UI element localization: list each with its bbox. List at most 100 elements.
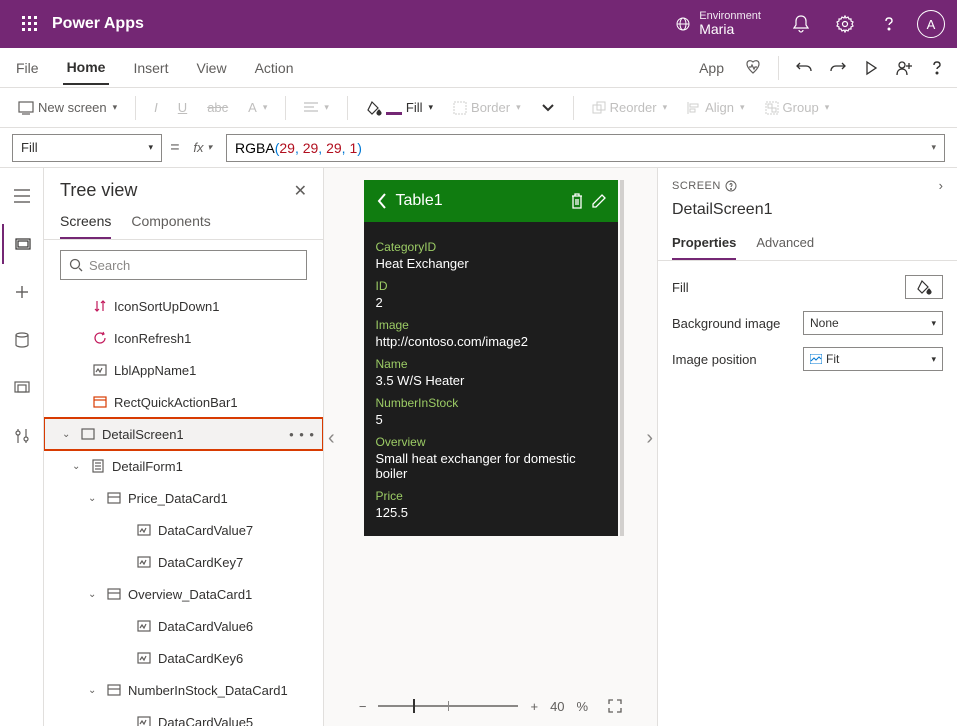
tree-item[interactable]: ⌄Overview_DataCard1 [44, 578, 323, 610]
zoom-slider[interactable] [378, 705, 518, 707]
tab-action[interactable]: Action [251, 52, 298, 84]
play-icon[interactable] [863, 60, 879, 76]
settings-icon[interactable] [829, 8, 861, 40]
tree-item[interactable]: IconRefresh1 [44, 322, 323, 354]
props-tab-properties[interactable]: Properties [672, 227, 736, 260]
tree-search-input[interactable]: Search [60, 250, 307, 280]
tree-item-label: DataCardValue7 [158, 523, 253, 538]
tree-list: IconSortUpDown1 IconRefresh1 LblAppName1 Re… [44, 290, 323, 726]
props-section-label: SCREEN [672, 180, 737, 192]
rail-data-icon[interactable] [2, 320, 42, 360]
new-screen-button[interactable]: New screen▾ [12, 96, 123, 119]
app-button[interactable]: App [695, 52, 728, 84]
tree-item[interactable]: ⌄Price_DataCard1 [44, 482, 323, 514]
tree-item[interactable]: DataCardKey6 [44, 642, 323, 674]
tree-item[interactable]: ⌄NumberInStock_DataCard1 [44, 674, 323, 706]
zoom-unit: % [577, 699, 589, 714]
health-icon[interactable] [744, 59, 762, 77]
tree-item[interactable]: DataCardValue7 [44, 514, 323, 546]
italic-icon: I [148, 96, 164, 119]
close-tree-icon[interactable]: ✕ [294, 181, 307, 201]
tree-item-icon [92, 396, 108, 408]
share-icon[interactable] [895, 59, 913, 77]
chevron-expand-icon[interactable] [535, 99, 561, 117]
field-label: Overview [376, 435, 606, 449]
canvas-next-icon[interactable]: › [646, 427, 653, 450]
tree-item[interactable]: RectQuickActionBar1 [44, 386, 323, 418]
field-label: Price [376, 489, 606, 503]
tree-item[interactable]: ⌄DetailScreen1• • • [44, 418, 323, 450]
undo-icon[interactable] [795, 59, 813, 77]
back-icon[interactable] [376, 192, 388, 210]
tree-item-icon [136, 620, 152, 632]
border-button: Border▾ [447, 96, 527, 119]
zoom-in-icon[interactable]: + [530, 699, 538, 714]
tab-home[interactable]: Home [63, 51, 110, 85]
environment-picker[interactable]: Environment Maria [675, 10, 761, 37]
canvas-area: ‹ Table1 CategoryIDHeat ExchangerID2Imag… [324, 168, 657, 726]
fit-screen-icon[interactable] [608, 699, 622, 713]
zoom-controls: − + 40 % [324, 686, 657, 726]
prop-fill-button[interactable] [905, 275, 943, 299]
props-tab-advanced[interactable]: Advanced [756, 227, 814, 260]
fx-button[interactable]: fx▾ [187, 140, 218, 155]
more-icon[interactable]: • • • [289, 427, 315, 442]
props-chevron-icon[interactable]: › [939, 178, 943, 193]
waffle-icon[interactable] [12, 16, 48, 32]
tree-item-icon [106, 588, 122, 600]
redo-icon[interactable] [829, 59, 847, 77]
formula-input[interactable]: RGBA(29, 29, 29, 1) ▾ [226, 134, 945, 162]
tree-item[interactable]: LblAppName1 [44, 354, 323, 386]
field-label: ID [376, 279, 606, 293]
tree-item-icon [136, 556, 152, 568]
tree-item-label: IconRefresh1 [114, 331, 191, 346]
user-avatar[interactable]: A [917, 10, 945, 38]
tab-insert[interactable]: Insert [129, 52, 172, 84]
tree-item-icon [106, 684, 122, 696]
tree-item-icon [80, 428, 96, 440]
phone-header: Table1 [364, 180, 618, 222]
help-icon[interactable] [873, 8, 905, 40]
tree-item-label: LblAppName1 [114, 363, 196, 378]
field-label: Image [376, 318, 606, 332]
environment-label: Environment [699, 10, 761, 22]
properties-panel: SCREEN › DetailScreen1 Properties Advanc… [657, 168, 957, 726]
rail-tree-icon[interactable] [2, 224, 42, 264]
notifications-icon[interactable] [785, 8, 817, 40]
rail-advanced-icon[interactable] [2, 416, 42, 456]
tree-tab-screens[interactable]: Screens [60, 205, 111, 239]
edit-icon[interactable] [592, 194, 606, 208]
tab-file[interactable]: File [12, 52, 43, 84]
align-icon: ▾ [298, 98, 335, 118]
reorder-button: Reorder▾ [586, 96, 674, 119]
property-dropdown[interactable]: Fill▾ [12, 134, 162, 162]
prop-imgpos-dropdown[interactable]: Fit▾ [803, 347, 943, 371]
props-title: DetailScreen1 [658, 197, 957, 227]
canvas-prev-icon[interactable]: ‹ [328, 427, 335, 450]
delete-icon[interactable] [570, 193, 584, 209]
tree-item[interactable]: DataCardValue6 [44, 610, 323, 642]
tree-item[interactable]: DataCardKey7 [44, 546, 323, 578]
tree-item-label: DataCardKey6 [158, 651, 243, 666]
tree-item[interactable]: DataCardValue5 [44, 706, 323, 726]
help-ribbon-icon[interactable] [929, 60, 945, 76]
tree-item[interactable]: ⌄DetailForm1 [44, 450, 323, 482]
tree-item-label: NumberInStock_DataCard1 [128, 683, 288, 698]
rail-hamburger-icon[interactable] [2, 176, 42, 216]
rail-media-icon[interactable] [2, 368, 42, 408]
rail-insert-icon[interactable] [2, 272, 42, 312]
app-title: Power Apps [52, 15, 144, 33]
tree-item-label: IconSortUpDown1 [114, 299, 220, 314]
tab-view[interactable]: View [192, 52, 230, 84]
zoom-out-icon[interactable]: − [359, 699, 367, 714]
tree-view-panel: Tree view ✕ Screens Components Search Ic… [44, 168, 324, 726]
prop-bgimage-dropdown[interactable]: None▾ [803, 311, 943, 335]
group-button: Group▾ [759, 96, 836, 119]
tree-item[interactable]: IconSortUpDown1 [44, 290, 323, 322]
field-value: Heat Exchanger [376, 256, 606, 271]
tree-tab-components[interactable]: Components [131, 205, 210, 239]
tree-item-label: DataCardValue6 [158, 619, 253, 634]
fill-button[interactable]: Fill▾ [360, 96, 439, 120]
tree-item-icon [92, 364, 108, 376]
field-label: NumberInStock [376, 396, 606, 410]
